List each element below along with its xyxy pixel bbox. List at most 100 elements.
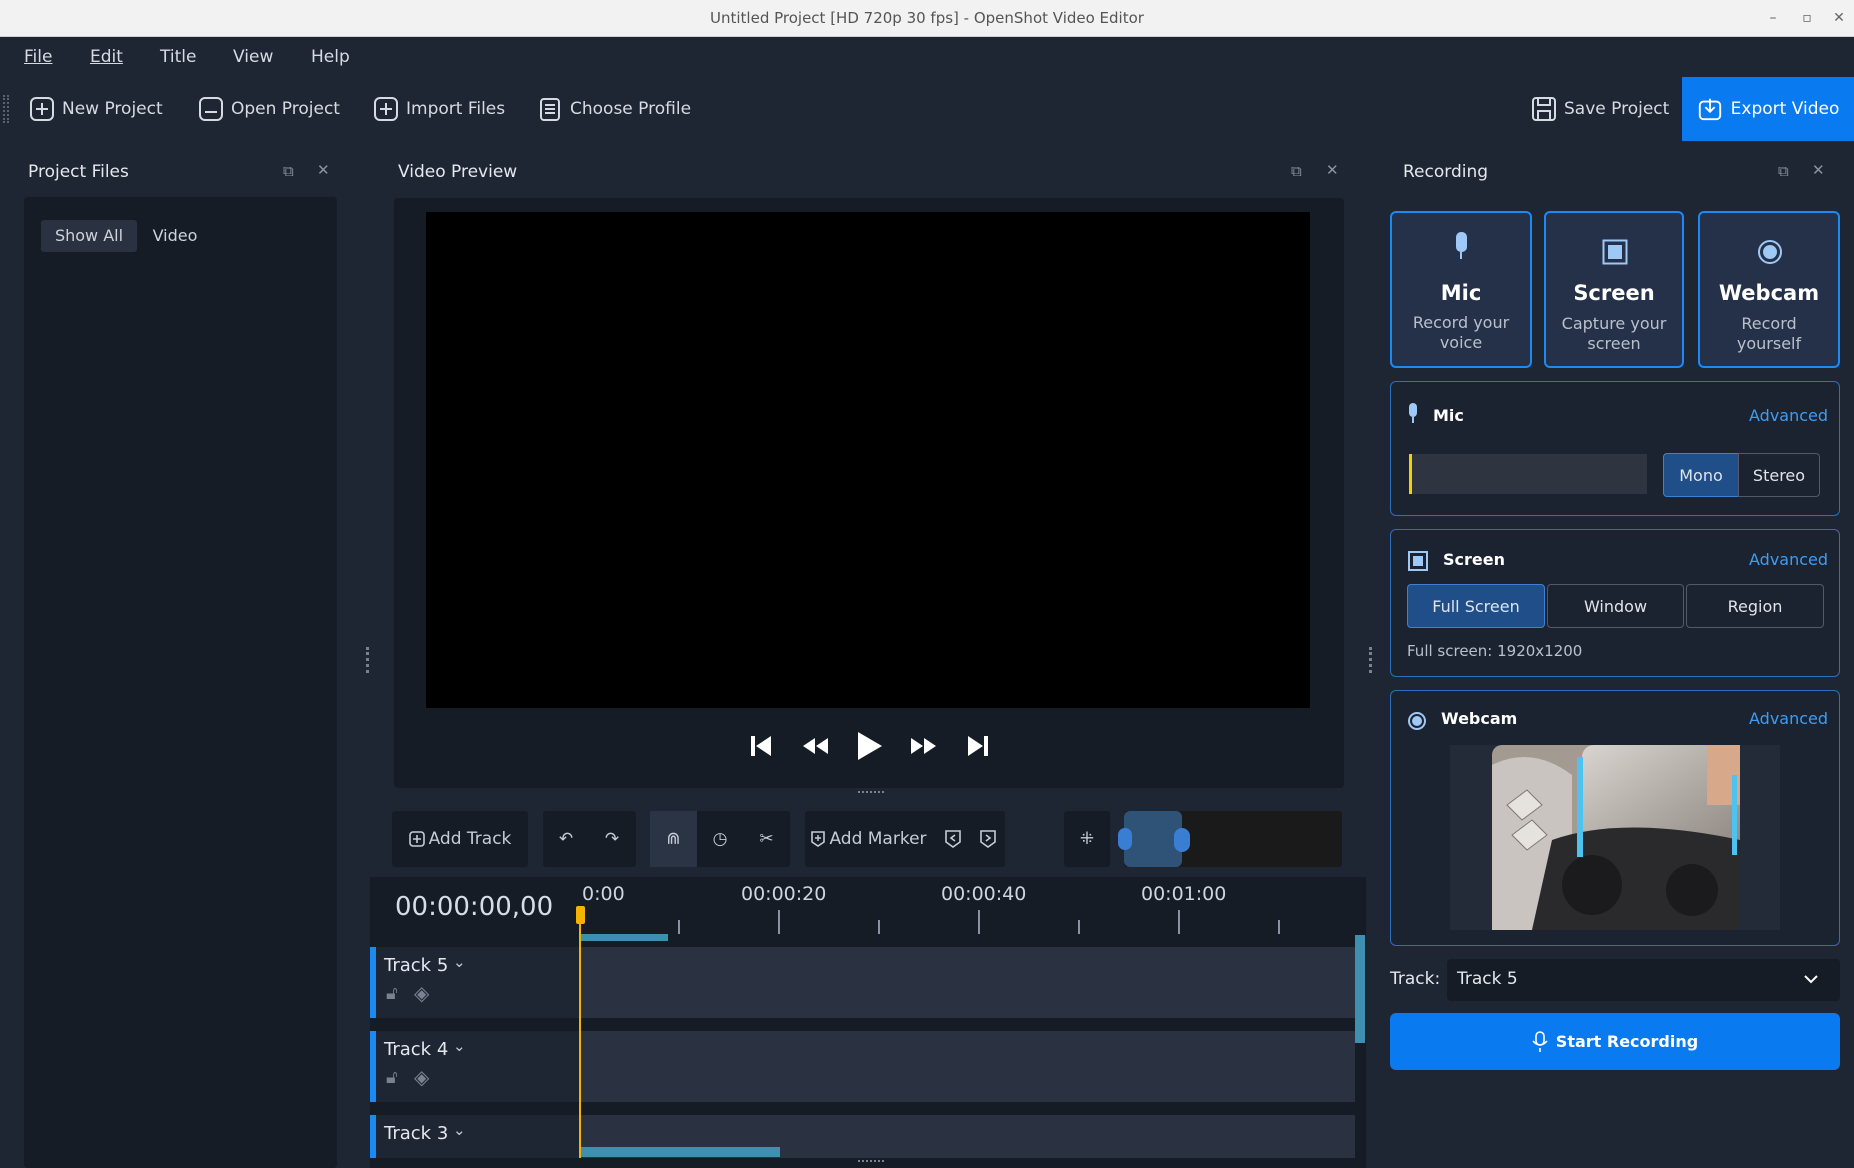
track-header[interactable]: Track 5 ⌄ 🔓︎ ◈ — [376, 947, 580, 1018]
chevron-down-icon[interactable]: ⌄ — [453, 1037, 466, 1055]
menu-file[interactable]: File — [24, 47, 52, 67]
splitter-handle[interactable] — [858, 791, 884, 795]
undo-icon[interactable]: ↶ — [543, 811, 589, 867]
close-panel-icon[interactable]: ✕ — [1326, 161, 1339, 179]
microphone-icon — [1456, 232, 1467, 259]
choose-profile-button[interactable]: Choose Profile — [536, 77, 691, 141]
region-button[interactable]: Region — [1686, 584, 1824, 628]
chevron-down-icon[interactable]: ⌄ — [453, 1121, 466, 1139]
razor-scissors-icon[interactable]: ✂ — [743, 811, 790, 867]
full-screen-button[interactable]: Full Screen — [1407, 584, 1545, 628]
ruler-label: 0:00 — [582, 883, 625, 905]
card-subtitle: Record — [1741, 314, 1797, 333]
window-button[interactable]: Window — [1547, 584, 1684, 628]
main-toolbar: New Project Open Project Import Files Ch… — [0, 77, 1854, 141]
jump-start-icon[interactable] — [740, 725, 782, 767]
save-project-button[interactable]: Save Project — [1530, 77, 1669, 141]
screen-card[interactable]: Screen Capture your screen — [1544, 211, 1684, 368]
redo-icon[interactable]: ↷ — [589, 811, 635, 867]
add-marker-button[interactable]: Add Marker — [805, 811, 933, 867]
chevron-down-icon — [1804, 975, 1818, 984]
stereo-button[interactable]: Stereo — [1738, 453, 1820, 497]
mic-level-fill — [1409, 454, 1412, 494]
jump-end-icon[interactable] — [957, 725, 999, 767]
mic-advanced-link[interactable]: Advanced — [1749, 406, 1828, 425]
add-track-button[interactable]: Add Track — [392, 811, 528, 867]
keyframe-icon[interactable]: ◈ — [414, 1065, 429, 1089]
new-project-button[interactable]: New Project — [28, 77, 163, 141]
mic-level-meter — [1409, 454, 1647, 494]
webcam-card[interactable]: Webcam Record yourself — [1698, 211, 1840, 368]
ruler-tick — [1078, 920, 1080, 934]
lock-icon[interactable]: 🔓︎ — [386, 983, 398, 1004]
import-files-button[interactable]: Import Files — [372, 77, 505, 141]
previous-marker-icon[interactable] — [935, 811, 970, 867]
start-recording-label: Start Recording — [1555, 1032, 1699, 1051]
horizontal-scrollbar[interactable] — [580, 1147, 780, 1157]
track-lane[interactable] — [580, 947, 1355, 1018]
rewind-icon[interactable] — [794, 725, 836, 767]
ruler-tick — [878, 920, 880, 934]
export-icon — [1698, 98, 1721, 121]
play-icon[interactable] — [848, 725, 890, 767]
track-name: Track 3 — [384, 1123, 449, 1144]
next-marker-icon[interactable] — [970, 811, 1005, 867]
splitter-handle[interactable] — [858, 1160, 884, 1164]
zoom-handle-right[interactable] — [1174, 828, 1190, 852]
fast-forward-icon[interactable] — [903, 725, 945, 767]
zoom-slider[interactable] — [1118, 811, 1342, 867]
float-panel-icon[interactable]: ⧉ — [283, 162, 294, 180]
float-panel-icon[interactable]: ⧉ — [1291, 162, 1302, 180]
card-subtitle: yourself — [1736, 334, 1802, 353]
import-files-icon — [374, 97, 398, 121]
track-lane[interactable] — [580, 1031, 1355, 1102]
mono-button[interactable]: Mono — [1663, 453, 1739, 497]
float-panel-icon[interactable]: ⧉ — [1778, 162, 1789, 180]
screen-icon — [1408, 551, 1428, 571]
card-title: Webcam — [1718, 281, 1820, 305]
open-project-button[interactable]: Open Project — [197, 77, 340, 141]
lock-icon[interactable]: 🔓︎ — [386, 1067, 398, 1088]
close-window-icon[interactable]: ✕ — [1824, 0, 1854, 37]
tab-show-all[interactable]: Show All — [41, 220, 137, 252]
card-subtitle: Capture your — [1561, 314, 1667, 333]
recording-title: Recording — [1403, 162, 1489, 182]
restore-icon[interactable]: ▫ — [1792, 0, 1822, 37]
menu-title[interactable]: Title — [160, 47, 196, 67]
track-select-value: Track 5 — [1457, 969, 1518, 989]
menu-view[interactable]: View — [233, 47, 273, 67]
screen-advanced-link[interactable]: Advanced — [1749, 550, 1828, 569]
section-title: Webcam — [1441, 709, 1518, 728]
splitter-handle[interactable] — [366, 647, 370, 673]
keyframe-icon[interactable]: ◈ — [414, 981, 429, 1005]
webcam-section: Webcam Advanced — [1390, 690, 1840, 946]
chevron-down-icon[interactable]: ⌄ — [453, 953, 466, 971]
start-recording-button[interactable]: Start Recording — [1390, 1013, 1840, 1070]
video-preview-title: Video Preview — [398, 162, 518, 182]
close-panel-icon[interactable]: ✕ — [317, 161, 330, 179]
ruler-tick — [678, 920, 680, 934]
export-video-button[interactable]: Export Video — [1682, 77, 1854, 141]
toolbar-grip[interactable] — [3, 95, 9, 123]
timeline-scroll-indicator[interactable] — [580, 934, 668, 941]
timecode-display: 00:00:00,00 — [395, 892, 554, 922]
close-panel-icon[interactable]: ✕ — [1812, 161, 1825, 179]
menu-edit[interactable]: Edit — [90, 47, 123, 67]
minimize-icon[interactable]: – — [1758, 0, 1788, 37]
timing-clock-icon[interactable]: ◷ — [697, 811, 743, 867]
mic-card[interactable]: Mic Record your voice — [1390, 211, 1532, 368]
center-timeline-icon[interactable]: ⁜ — [1064, 811, 1110, 867]
snap-magnet-icon[interactable]: ⋒ — [650, 811, 697, 867]
webcam-icon — [1408, 712, 1426, 730]
zoom-handle-left[interactable] — [1118, 828, 1132, 850]
webcam-advanced-link[interactable]: Advanced — [1749, 709, 1828, 728]
playhead-handle[interactable] — [576, 906, 585, 924]
tab-video[interactable]: Video — [144, 220, 206, 252]
splitter-handle[interactable] — [1369, 647, 1373, 673]
track-header[interactable]: Track 4 ⌄ 🔓︎ ◈ — [376, 1031, 580, 1102]
menu-help[interactable]: Help — [311, 47, 350, 67]
vertical-scrollbar[interactable] — [1355, 935, 1365, 1043]
track-select[interactable]: Track 5 — [1447, 959, 1840, 1001]
track-header[interactable]: Track 3 ⌄ — [376, 1115, 580, 1158]
undo-redo-group: ↶ ↷ — [543, 811, 636, 867]
